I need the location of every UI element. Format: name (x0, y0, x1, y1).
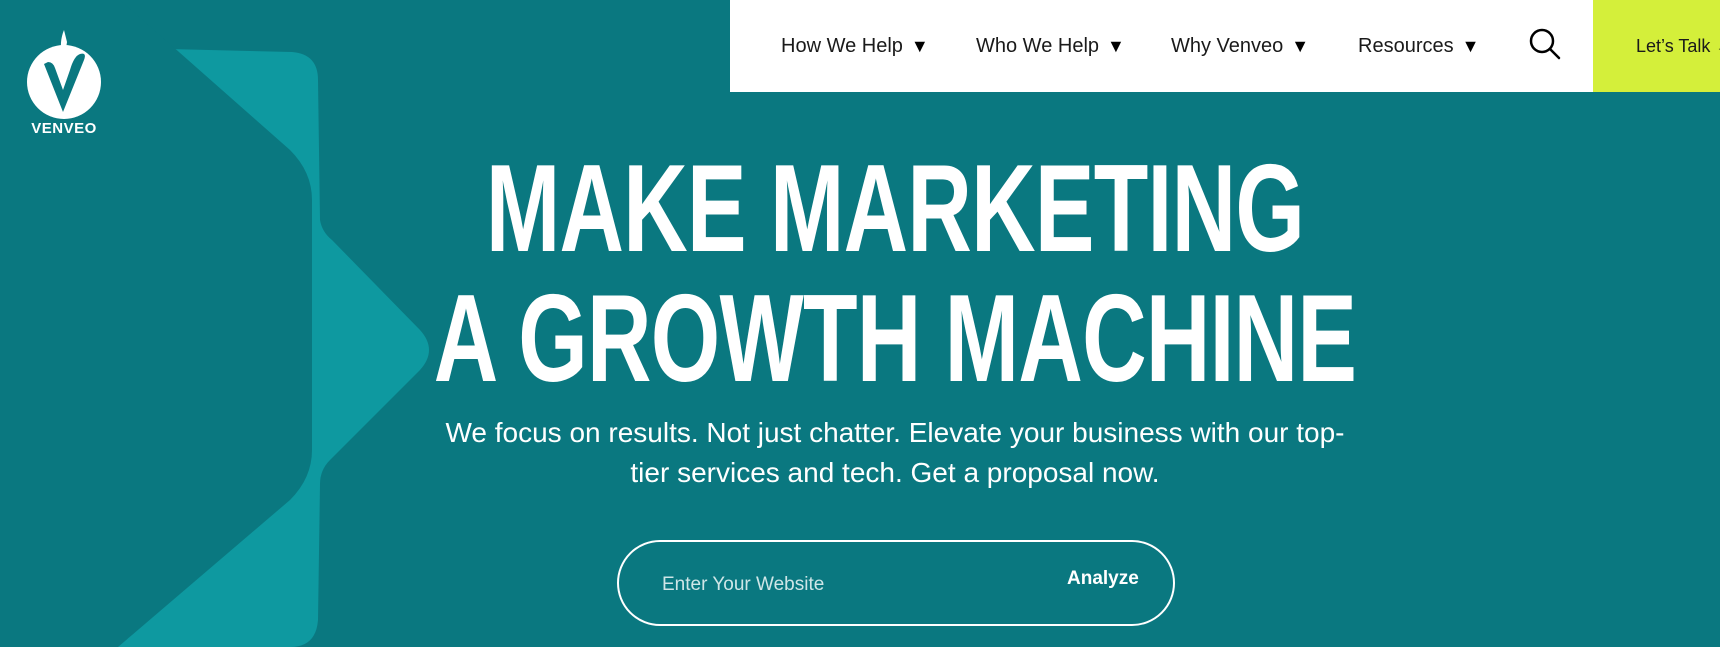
caret-down-icon: ▼ (910, 35, 929, 56)
nav-item-resources[interactable]: Resources ▼ (1358, 0, 1479, 92)
nav-item-label: Who We Help (976, 34, 1100, 57)
caret-down-icon: ▼ (1107, 35, 1125, 56)
nav-item-label: Why Venveo (1171, 34, 1284, 57)
hero-headline-line-2: A GROWTH MACHINE (433, 270, 1357, 408)
search-icon (1529, 28, 1561, 60)
hero-headline-line-1: MAKE MARKETING (485, 140, 1305, 278)
search-button[interactable] (1525, 24, 1565, 64)
nav-item-how-we-help[interactable]: How We Help ▼ (781, 0, 929, 92)
nav-item-who-we-help[interactable]: Who We Help ▼ (976, 0, 1125, 92)
venveo-v-icon (27, 30, 101, 119)
caret-down-icon: ▼ (1461, 35, 1480, 56)
venveo-logo[interactable]: VENVEO (26, 30, 102, 137)
brand-name: VENVEO (31, 120, 97, 137)
lets-talk-button[interactable]: Let’s Talk → (1593, 0, 1720, 92)
website-input[interactable] (660, 566, 994, 604)
nav-item-why-venveo[interactable]: Why Venveo ▼ (1171, 0, 1309, 92)
analyze-button[interactable]: Analyze (1067, 568, 1139, 590)
caret-down-icon: ▼ (1291, 35, 1310, 56)
nav-item-label: How We Help (781, 34, 903, 57)
website-analyze-form: Analyze (617, 540, 1175, 626)
top-navigation: How We Help ▼ Who We Help ▼ Why Venveo ▼… (730, 0, 1593, 92)
hero-subtext: We focus on results. Not just chatter. E… (445, 417, 1345, 488)
nav-item-label: Resources (1358, 34, 1454, 57)
